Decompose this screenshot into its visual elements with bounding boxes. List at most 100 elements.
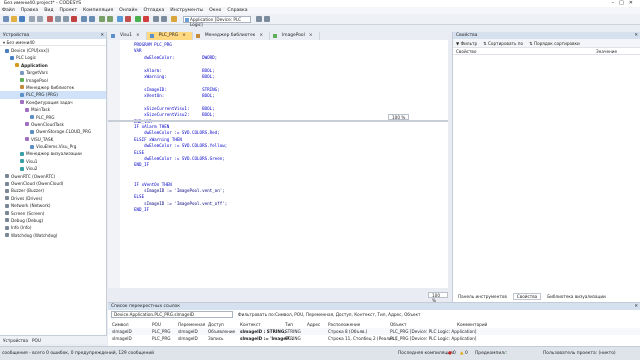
tree-item[interactable]: TargetVars bbox=[0, 69, 106, 76]
active-application-select[interactable]: Application [Device: PLC Logic] bbox=[183, 16, 251, 27]
symbol-input[interactable]: Device.Application.PLC_PRG.sImageID bbox=[111, 311, 233, 318]
options-icon[interactable] bbox=[264, 16, 270, 22]
tree-item[interactable]: VISU_TASK bbox=[0, 136, 106, 143]
code-line[interactable]: dwElemColor := SVD.COLORS.Yellow; bbox=[134, 143, 227, 149]
tab-pou[interactable]: POU bbox=[32, 337, 41, 343]
filter-hint[interactable]: Фильтровать по:Символ, POU, Переменная, … bbox=[238, 312, 420, 317]
tree-item[interactable]: Drives (Drives) bbox=[0, 195, 106, 202]
tab-library-manager[interactable]: Менеджер библиотек × bbox=[193, 32, 270, 40]
code-line[interactable]: END_IF bbox=[134, 207, 227, 213]
menu-debug[interactable]: Отладка bbox=[143, 8, 164, 13]
menu-tools[interactable]: Инструменты bbox=[170, 8, 203, 13]
tree-item[interactable]: MainTask bbox=[0, 106, 106, 113]
tree-item[interactable]: Debug (Debug) bbox=[0, 217, 106, 224]
tree-item[interactable]: VisuElems.Visu_Prg bbox=[0, 143, 106, 150]
code-editor[interactable]: PROGRAM PLC_PRG VAR dwElemColor: DWORD; x… bbox=[108, 40, 448, 303]
settings-icon[interactable] bbox=[256, 16, 262, 22]
tree-item[interactable]: PLC_PRG (PRG) bbox=[0, 91, 106, 99]
copy-icon[interactable] bbox=[55, 16, 61, 22]
open-project-icon[interactable] bbox=[11, 16, 17, 22]
tab-plc-prg[interactable]: PLC_PRG × bbox=[146, 32, 193, 40]
menu-help[interactable]: Справка bbox=[227, 8, 247, 13]
declaration-section[interactable]: PROGRAM PLC_PRG VAR dwElemColor: DWORD; x… bbox=[134, 42, 220, 125]
logout-icon[interactable] bbox=[125, 16, 131, 22]
rebuild-icon[interactable] bbox=[107, 16, 113, 22]
redo-icon[interactable] bbox=[37, 16, 43, 22]
column-header[interactable]: Тип bbox=[285, 321, 293, 328]
tree-item[interactable]: OwenCloudTask bbox=[0, 121, 106, 128]
tab-visu1[interactable]: Visu1 × bbox=[108, 32, 147, 40]
sort-by-button[interactable]: ⇅ Сортировать по bbox=[483, 41, 523, 46]
step-icon[interactable] bbox=[153, 16, 159, 22]
tree-item[interactable]: Visu2 bbox=[0, 165, 106, 172]
login-icon[interactable] bbox=[117, 16, 123, 22]
tree-item[interactable]: ImagePool bbox=[0, 77, 106, 84]
column-header[interactable]: Комментарий bbox=[457, 321, 487, 328]
find-icon[interactable] bbox=[81, 16, 87, 22]
code-line[interactable]: xSizeCurrentVisu2: BOOL; bbox=[134, 112, 220, 118]
tab-toolbox[interactable]: Панель инструментов bbox=[455, 294, 510, 299]
tree-item[interactable]: Менеджер библиотек bbox=[0, 84, 106, 91]
messages-summary[interactable]: сообщения - всего 0 ошибок, 0 предупрежд… bbox=[2, 351, 154, 356]
table-row[interactable]: sImageID PLC_PRG sImageID Запись sImageID :=… bbox=[108, 335, 640, 342]
column-header[interactable]: Доступ bbox=[208, 321, 224, 328]
close-icon[interactable]: ✕ bbox=[634, 32, 638, 39]
tree-item[interactable]: Network (Network) bbox=[0, 202, 106, 209]
tree-item[interactable]: PLC Logic bbox=[0, 54, 106, 61]
code-line[interactable]: xVentOn: BOOL; bbox=[134, 93, 220, 99]
tree-item[interactable]: Buzzer (Buzzer) bbox=[0, 187, 106, 194]
menu-build[interactable]: Компиляция bbox=[83, 8, 113, 13]
menu-window[interactable]: Окно bbox=[209, 8, 221, 13]
breakpoint-icon[interactable] bbox=[171, 16, 177, 22]
build-icon[interactable] bbox=[99, 16, 105, 22]
project-root[interactable]: ▾ Без имени40 bbox=[0, 39, 106, 46]
save-icon[interactable] bbox=[19, 16, 25, 22]
close-icon[interactable]: × bbox=[182, 33, 186, 38]
close-icon[interactable]: ✕ bbox=[100, 32, 104, 39]
stop-icon[interactable] bbox=[143, 16, 149, 22]
column-header[interactable]: Контекст bbox=[240, 321, 261, 328]
window-controls[interactable]: –□✕ bbox=[612, 0, 638, 6]
code-line[interactable]: dwElemColor := SVD.COLORS.Red; bbox=[134, 130, 227, 136]
tab-properties[interactable]: Свойства bbox=[512, 293, 542, 300]
editor-splitter[interactable] bbox=[108, 120, 448, 122]
column-property[interactable]: Свойство bbox=[453, 48, 593, 54]
tree-item[interactable]: Application bbox=[0, 62, 106, 69]
column-header[interactable]: Объект bbox=[390, 321, 406, 328]
implementation-section[interactable]: IF xAlarm THEN dwElemColor := SVD.COLORS… bbox=[134, 124, 227, 214]
close-icon[interactable]: ✕ bbox=[634, 303, 638, 310]
tree-item[interactable]: OwenStorage.CLOUD_PRG bbox=[0, 128, 106, 135]
column-header[interactable]: Переменная bbox=[178, 321, 205, 328]
code-line[interactable]: xWarning: BOOL; bbox=[134, 74, 220, 80]
tree-item[interactable]: Конфигурация задач bbox=[0, 99, 106, 106]
tree-item[interactable]: Visu1 bbox=[0, 158, 106, 165]
column-value[interactable]: Значение bbox=[593, 48, 617, 54]
close-icon[interactable]: × bbox=[259, 33, 263, 38]
close-icon[interactable]: × bbox=[309, 33, 313, 38]
tree-item[interactable]: Watchdog (Watchdog) bbox=[0, 232, 106, 239]
menu-file[interactable]: Файл bbox=[2, 8, 15, 13]
replace-icon[interactable] bbox=[89, 16, 95, 22]
tree-item[interactable]: PLC_PRG bbox=[0, 114, 106, 121]
table-row[interactable]: sImageID PLC_PRG sImageID Объявление sImageI… bbox=[108, 328, 640, 335]
column-header[interactable]: Расположение bbox=[328, 321, 360, 328]
delete-icon[interactable] bbox=[71, 16, 77, 22]
cut-icon[interactable] bbox=[47, 16, 53, 22]
tree-item[interactable]: Device (CPU[xxx]) bbox=[0, 47, 106, 54]
tree-item[interactable]: Info (Info) bbox=[0, 224, 106, 231]
close-icon[interactable]: × bbox=[136, 33, 140, 38]
tab-visu-library[interactable]: Библиотека визуализации bbox=[544, 294, 609, 299]
tab-devices[interactable]: Устройства bbox=[3, 337, 28, 343]
new-project-icon[interactable] bbox=[3, 16, 9, 22]
menu-online[interactable]: Онлайн bbox=[119, 8, 137, 13]
menu-edit[interactable]: Правка bbox=[21, 8, 38, 13]
undo-icon[interactable] bbox=[29, 16, 35, 22]
sort-order-button[interactable]: ⇅ Порядок сортировки bbox=[529, 41, 580, 46]
paste-icon[interactable] bbox=[63, 16, 69, 22]
step-over-icon[interactable] bbox=[161, 16, 167, 22]
impl-zoom[interactable]: 100 % bbox=[428, 292, 448, 303]
column-header[interactable]: POU bbox=[152, 321, 161, 328]
start-icon[interactable] bbox=[135, 16, 141, 22]
column-header[interactable]: Символ bbox=[112, 321, 129, 328]
menu-project[interactable]: Проект bbox=[60, 8, 77, 13]
